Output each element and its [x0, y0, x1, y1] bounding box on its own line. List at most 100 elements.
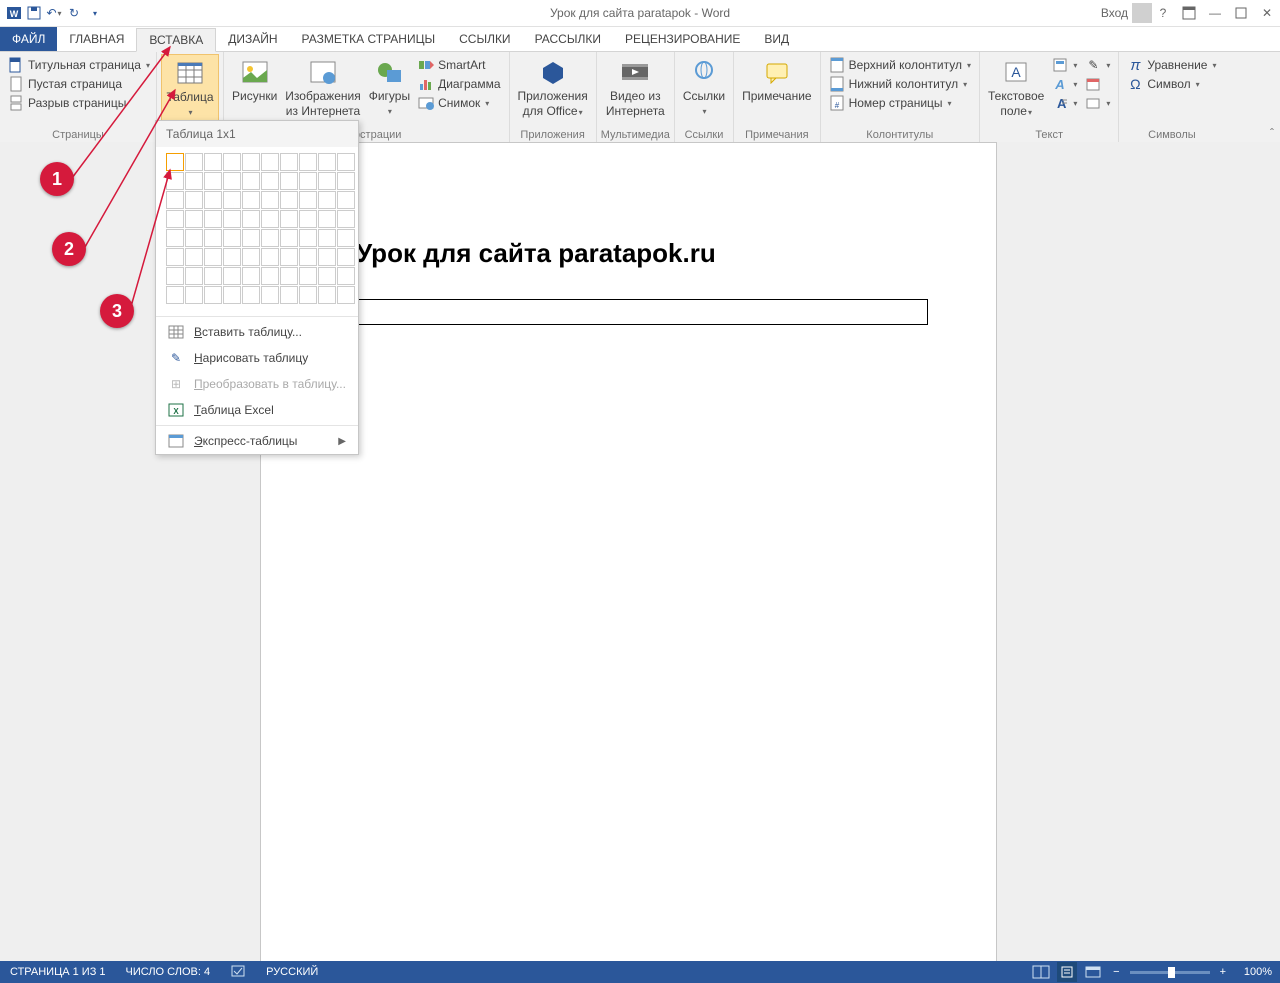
grid-cell[interactable] — [337, 267, 355, 285]
readmode-icon[interactable] — [1031, 962, 1051, 982]
grid-cell[interactable] — [318, 286, 336, 304]
pagenum-label: Номер страницы — [849, 96, 943, 110]
collapse-ribbon-icon[interactable]: ˆ — [1270, 126, 1274, 140]
group-apps: Приложениядля Office▾ Приложения — [510, 52, 597, 144]
avatar-icon — [1132, 3, 1152, 23]
wordart-button[interactable]: A▾ — [1048, 75, 1081, 93]
grid-cell[interactable] — [299, 172, 317, 190]
dropcap-button[interactable]: A▾ — [1048, 94, 1081, 112]
comment-label: Примечание — [742, 90, 811, 103]
apps-label-2: для Office — [523, 104, 578, 118]
grid-cell[interactable] — [318, 267, 336, 285]
printlayout-icon[interactable] — [1057, 962, 1077, 982]
pagenum-icon: # — [829, 95, 845, 111]
login-label: Вход — [1101, 6, 1128, 20]
group-symbols: πУравнение▾ ΩСимвол▾ Символы — [1119, 52, 1224, 144]
quickparts-button[interactable]: ▾ — [1048, 56, 1081, 74]
object-icon — [1085, 95, 1101, 111]
grid-cell[interactable] — [318, 172, 336, 190]
screenshot-icon — [418, 95, 434, 111]
grid-cell[interactable] — [299, 286, 317, 304]
grid-cell[interactable] — [318, 153, 336, 171]
apps-button[interactable]: Приложениядля Office▾ — [514, 54, 592, 121]
minimize-icon[interactable]: — — [1206, 4, 1224, 22]
tab-references[interactable]: ССЫЛКИ — [447, 27, 522, 51]
document-page[interactable]: Урок для сайта paratapok.ru — [260, 142, 997, 961]
grid-cell[interactable] — [337, 229, 355, 247]
quick-tables-item[interactable]: Экспресс-таблицы▶ — [156, 428, 358, 454]
ribbon-display-icon[interactable] — [1180, 4, 1198, 22]
help-icon[interactable]: ? — [1154, 4, 1172, 22]
grid-cell[interactable] — [299, 248, 317, 266]
login-area[interactable]: Вход — [1101, 3, 1152, 23]
window-controls: ? — ✕ — [1154, 4, 1276, 22]
header-button[interactable]: Верхний колонтитул▾ — [825, 56, 975, 74]
datetime-button[interactable] — [1081, 75, 1114, 93]
zoom-level[interactable]: 100% — [1236, 966, 1272, 978]
header-label: Верхний колонтитул — [849, 58, 962, 72]
draw-table-icon: ✎ — [168, 350, 184, 366]
screenshot-button[interactable]: Снимок▾ — [414, 94, 504, 112]
zoom-slider[interactable] — [1130, 971, 1210, 974]
status-proofing-icon[interactable] — [220, 964, 256, 981]
chart-label: Диаграмма — [438, 77, 500, 91]
grid-cell[interactable] — [337, 248, 355, 266]
tab-layout[interactable]: РАЗМЕТКА СТРАНИЦЫ — [290, 27, 448, 51]
grid-cell[interactable] — [299, 210, 317, 228]
grid-cell[interactable] — [337, 172, 355, 190]
symbol-icon: Ω — [1127, 76, 1143, 92]
document-heading: Урок для сайта paratapok.ru — [356, 238, 996, 269]
grid-cell[interactable] — [318, 210, 336, 228]
tab-mailings[interactable]: РАССЫЛКИ — [523, 27, 613, 51]
tab-view[interactable]: ВИД — [752, 27, 801, 51]
online-pictures-icon — [307, 56, 339, 88]
textbox-label-1: Текстовое — [988, 90, 1044, 103]
textbox-button[interactable]: AТекстовоеполе▾ — [984, 54, 1048, 121]
equation-label: Уравнение — [1147, 58, 1207, 72]
links-button[interactable]: Ссылки▾ — [679, 54, 729, 120]
weblayout-icon[interactable] — [1083, 962, 1103, 982]
footer-button[interactable]: Нижний колонтитул▾ — [825, 75, 975, 93]
callout-1: 1 — [40, 162, 74, 196]
grid-cell[interactable] — [299, 153, 317, 171]
grid-cell[interactable] — [299, 191, 317, 209]
excel-table-item[interactable]: XТаблица Excel — [156, 397, 358, 423]
grid-cell[interactable] — [318, 191, 336, 209]
callout-3: 3 — [100, 294, 134, 328]
tab-review[interactable]: РЕЦЕНЗИРОВАНИЕ — [613, 27, 752, 51]
grid-cell[interactable] — [337, 210, 355, 228]
group-links: Ссылки▾ Ссылки — [675, 52, 734, 144]
status-page[interactable]: СТРАНИЦА 1 ИЗ 1 — [0, 966, 116, 978]
symbol-label: Символ — [1147, 77, 1190, 91]
grid-cell[interactable] — [318, 229, 336, 247]
pagenum-button[interactable]: #Номер страницы▾ — [825, 94, 975, 112]
datetime-icon — [1085, 76, 1101, 92]
zoom-out-button[interactable]: − — [1109, 966, 1123, 978]
smartart-button[interactable]: SmartArt — [414, 56, 504, 74]
grid-cell[interactable] — [337, 153, 355, 171]
signature-button[interactable]: ✎▾ — [1081, 56, 1114, 74]
comment-button[interactable]: Примечание — [738, 54, 815, 105]
convert-table-icon: ⊞ — [168, 376, 184, 392]
footer-label: Нижний колонтитул — [849, 77, 959, 91]
signature-icon: ✎ — [1085, 57, 1101, 73]
status-language[interactable]: РУССКИЙ — [256, 966, 328, 978]
equation-button[interactable]: πУравнение▾ — [1123, 56, 1220, 74]
grid-cell[interactable] — [299, 229, 317, 247]
zoom-in-button[interactable]: + — [1216, 966, 1230, 978]
video-button[interactable]: Видео изИнтернета — [602, 54, 669, 120]
links-label: Ссылки — [683, 90, 725, 103]
grid-cell[interactable] — [299, 267, 317, 285]
grid-cell[interactable] — [318, 248, 336, 266]
grid-cell[interactable] — [337, 286, 355, 304]
status-words[interactable]: ЧИСЛО СЛОВ: 4 — [116, 966, 221, 978]
document-table[interactable] — [356, 299, 928, 325]
chart-button[interactable]: Диаграмма — [414, 75, 504, 93]
close-icon[interactable]: ✕ — [1258, 4, 1276, 22]
symbol-button[interactable]: ΩСимвол▾ — [1123, 75, 1220, 93]
comment-icon — [761, 56, 793, 88]
grid-cell[interactable] — [337, 191, 355, 209]
maximize-icon[interactable] — [1232, 4, 1250, 22]
shapes-button[interactable]: Фигуры▾ — [365, 54, 414, 120]
object-button[interactable]: ▾ — [1081, 94, 1114, 112]
